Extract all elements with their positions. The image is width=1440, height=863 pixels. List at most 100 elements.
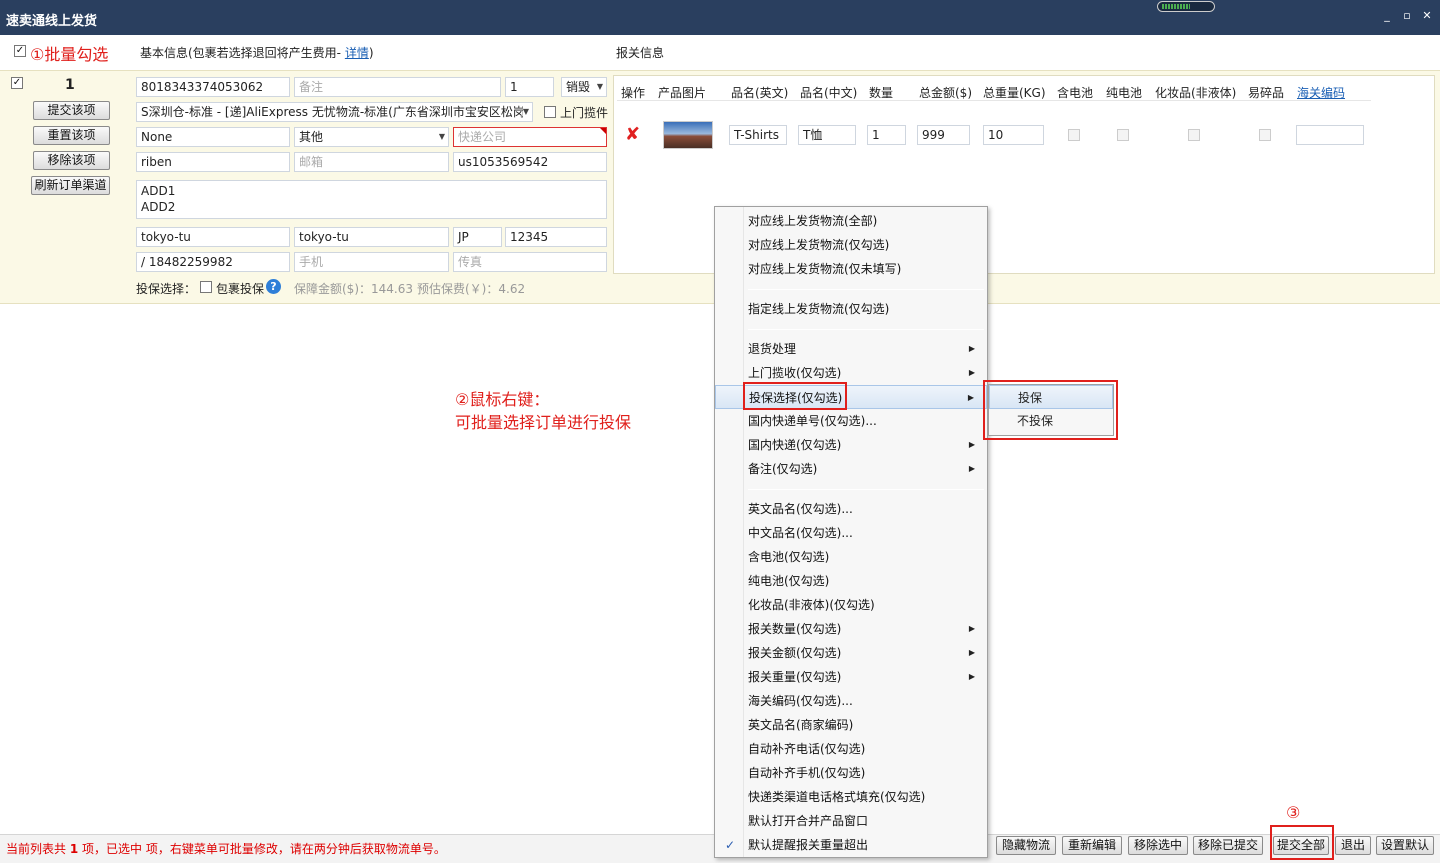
- order-checkbox[interactable]: ✓: [11, 77, 23, 89]
- mobile-field[interactable]: 手机: [294, 252, 449, 272]
- menu-item-10[interactable]: 英文品名(仅勾选)...: [715, 497, 987, 521]
- customs-weight-field[interactable]: 10: [983, 125, 1044, 145]
- submit-all-highlight: [1270, 825, 1334, 860]
- chevron-right-icon: ▶: [968, 344, 975, 353]
- menu-item-3[interactable]: 指定线上发货物流(仅勾选): [715, 297, 987, 321]
- hide-logistics-button[interactable]: 隐藏物流: [996, 836, 1056, 855]
- email-field[interactable]: 邮箱: [294, 152, 449, 172]
- menu-separator: [748, 289, 984, 290]
- menu-item-label: 报关数量(仅勾选): [748, 622, 842, 636]
- pickup-checkbox[interactable]: [544, 106, 556, 118]
- remove-submitted-button[interactable]: 移除已提交: [1193, 836, 1263, 855]
- insure-package-label: 包裹投保: [216, 282, 265, 296]
- order-index: 1: [65, 77, 75, 93]
- remove-item-button[interactable]: 移除该项: [33, 151, 110, 170]
- menu-item-7[interactable]: 国内快递单号(仅勾选)...: [715, 409, 987, 433]
- menu-item-0[interactable]: 对应线上发货物流(全部): [715, 209, 987, 233]
- menu-item-13[interactable]: 纯电池(仅勾选): [715, 569, 987, 593]
- menu-item-1[interactable]: 对应线上发货物流(仅勾选): [715, 233, 987, 257]
- context-menu: 对应线上发货物流(全部) 对应线上发货物流(仅勾选) 对应线上发货物流(仅未填写) 指…: [714, 206, 988, 858]
- zip-field[interactable]: 12345: [505, 227, 607, 247]
- menu-item-8[interactable]: 国内快递(仅勾选) ▶: [715, 433, 987, 457]
- menu-item-19[interactable]: 英文品名(商家编码): [715, 713, 987, 737]
- set-default-button[interactable]: 设置默认: [1376, 836, 1434, 855]
- address-field[interactable]: ADD1 ADD2: [136, 180, 607, 219]
- col-fragile: 易碎品: [1248, 86, 1285, 100]
- right-click-annotation-line1: ②鼠标右键：: [455, 390, 550, 409]
- tracking-number-field[interactable]: 8018343374053062: [136, 77, 290, 97]
- menu-item-16[interactable]: 报关金额(仅勾选) ▶: [715, 641, 987, 665]
- col-name-cn: 品名(中文): [800, 86, 858, 100]
- phone-field[interactable]: / 18482259982: [136, 252, 290, 272]
- col-hs-code-link[interactable]: 海关编码: [1297, 84, 1345, 101]
- name-cn-field[interactable]: T恤: [798, 125, 856, 145]
- none-field[interactable]: None: [136, 127, 290, 147]
- menu-item-label: 纯电池(仅勾选): [748, 574, 830, 588]
- menu-item-14[interactable]: 化妆品(非液体)(仅勾选): [715, 593, 987, 617]
- battery-checkbox[interactable]: [1068, 129, 1080, 141]
- close-icon[interactable]: ✕: [1420, 9, 1434, 23]
- insure-package-checkbox[interactable]: [200, 281, 212, 293]
- quantity-field[interactable]: 1: [505, 77, 554, 97]
- menu-item-label: 对应线上发货物流(仅未填写): [748, 262, 902, 276]
- order-code-field[interactable]: us1053569542: [453, 152, 607, 172]
- state-field[interactable]: tokyo-tu: [294, 227, 449, 247]
- menu-item-label: 英文品名(仅勾选)...: [748, 502, 853, 516]
- menu-item-20[interactable]: 自动补齐电话(仅勾选): [715, 737, 987, 761]
- name-en-field[interactable]: T-Shirts: [729, 125, 787, 145]
- detail-link[interactable]: 详情: [345, 46, 369, 60]
- chevron-right-icon: ▶: [967, 393, 974, 402]
- menu-item-24[interactable]: 默认提醒报关重量超出 ✓: [715, 833, 987, 857]
- submit-item-button[interactable]: 提交该项: [33, 101, 110, 120]
- minimize-icon[interactable]: _: [1380, 9, 1394, 23]
- fragile-checkbox[interactable]: [1259, 129, 1271, 141]
- pure-battery-checkbox[interactable]: [1117, 129, 1129, 141]
- basic-info-label: 基本信息(包裹若选择退回将产生费用- 详情): [140, 46, 374, 60]
- refresh-channel-button[interactable]: 刷新订单渠道: [31, 176, 110, 195]
- cosmetics-checkbox[interactable]: [1188, 129, 1200, 141]
- channel-select[interactable]: S深圳仓-标准 - [递]AliExpress 无忧物流-标准(广东省深圳市宝安…: [136, 102, 533, 122]
- pickup-label: 上门揽件: [560, 106, 609, 120]
- menu-item-18[interactable]: 海关编码(仅勾选)...: [715, 689, 987, 713]
- customs-amount-field[interactable]: 999: [917, 125, 970, 145]
- submit-all-annotation: ③: [1286, 803, 1301, 822]
- disposal-select[interactable]: 销毁 ▼: [561, 77, 607, 97]
- other-select[interactable]: 其他 ▼: [294, 127, 449, 147]
- country-field[interactable]: JP: [453, 227, 502, 247]
- city-field[interactable]: tokyo-tu: [136, 227, 290, 247]
- menu-item-22[interactable]: 快递类渠道电话格式填充(仅勾选): [715, 785, 987, 809]
- menu-item-9[interactable]: 备注(仅勾选) ▶: [715, 457, 987, 481]
- restore-icon[interactable]: ▫: [1400, 9, 1414, 23]
- reset-item-button[interactable]: 重置该项: [33, 126, 110, 145]
- name-field[interactable]: riben: [136, 152, 290, 172]
- select-all-checkbox[interactable]: ✓: [14, 45, 26, 57]
- customs-qty-field[interactable]: 1: [867, 125, 906, 145]
- address-line-1: ADD1: [141, 184, 176, 198]
- fax-field[interactable]: 传真: [453, 252, 607, 272]
- col-name-en: 品名(英文): [731, 86, 789, 100]
- signal-meter: [1157, 1, 1215, 12]
- menu-item-11[interactable]: 中文品名(仅勾选)...: [715, 521, 987, 545]
- express-company-field[interactable]: 快递公司: [453, 127, 607, 147]
- col-product-image: 产品图片: [658, 86, 707, 100]
- col-total-amount: 总金额($): [919, 86, 972, 100]
- remark-field[interactable]: 备注: [294, 77, 501, 97]
- menu-item-17[interactable]: 报关重量(仅勾选) ▶: [715, 665, 987, 689]
- delete-row-icon[interactable]: ✘: [625, 124, 640, 145]
- menu-item-4[interactable]: 退货处理 ▶: [715, 337, 987, 361]
- help-icon[interactable]: ?: [266, 279, 281, 294]
- right-click-annotation-line2: 可批量选择订单进行投保: [455, 413, 632, 432]
- menu-item-12[interactable]: 含电池(仅勾选): [715, 545, 987, 569]
- menu-item-2[interactable]: 对应线上发货物流(仅未填写): [715, 257, 987, 281]
- exit-button[interactable]: 退出: [1335, 836, 1371, 855]
- chevron-right-icon: ▶: [968, 624, 975, 633]
- col-total-weight: 总重量(KG): [983, 86, 1046, 100]
- menu-item-21[interactable]: 自动补齐手机(仅勾选): [715, 761, 987, 785]
- hs-code-field[interactable]: [1296, 125, 1364, 145]
- menu-item-15[interactable]: 报关数量(仅勾选) ▶: [715, 617, 987, 641]
- remove-selected-button[interactable]: 移除选中: [1128, 836, 1188, 855]
- re-edit-button[interactable]: 重新编辑: [1062, 836, 1122, 855]
- other-value: 其他: [299, 130, 324, 144]
- menu-item-label: 中文品名(仅勾选)...: [748, 526, 853, 540]
- menu-item-23[interactable]: 默认打开合并产品窗口: [715, 809, 987, 833]
